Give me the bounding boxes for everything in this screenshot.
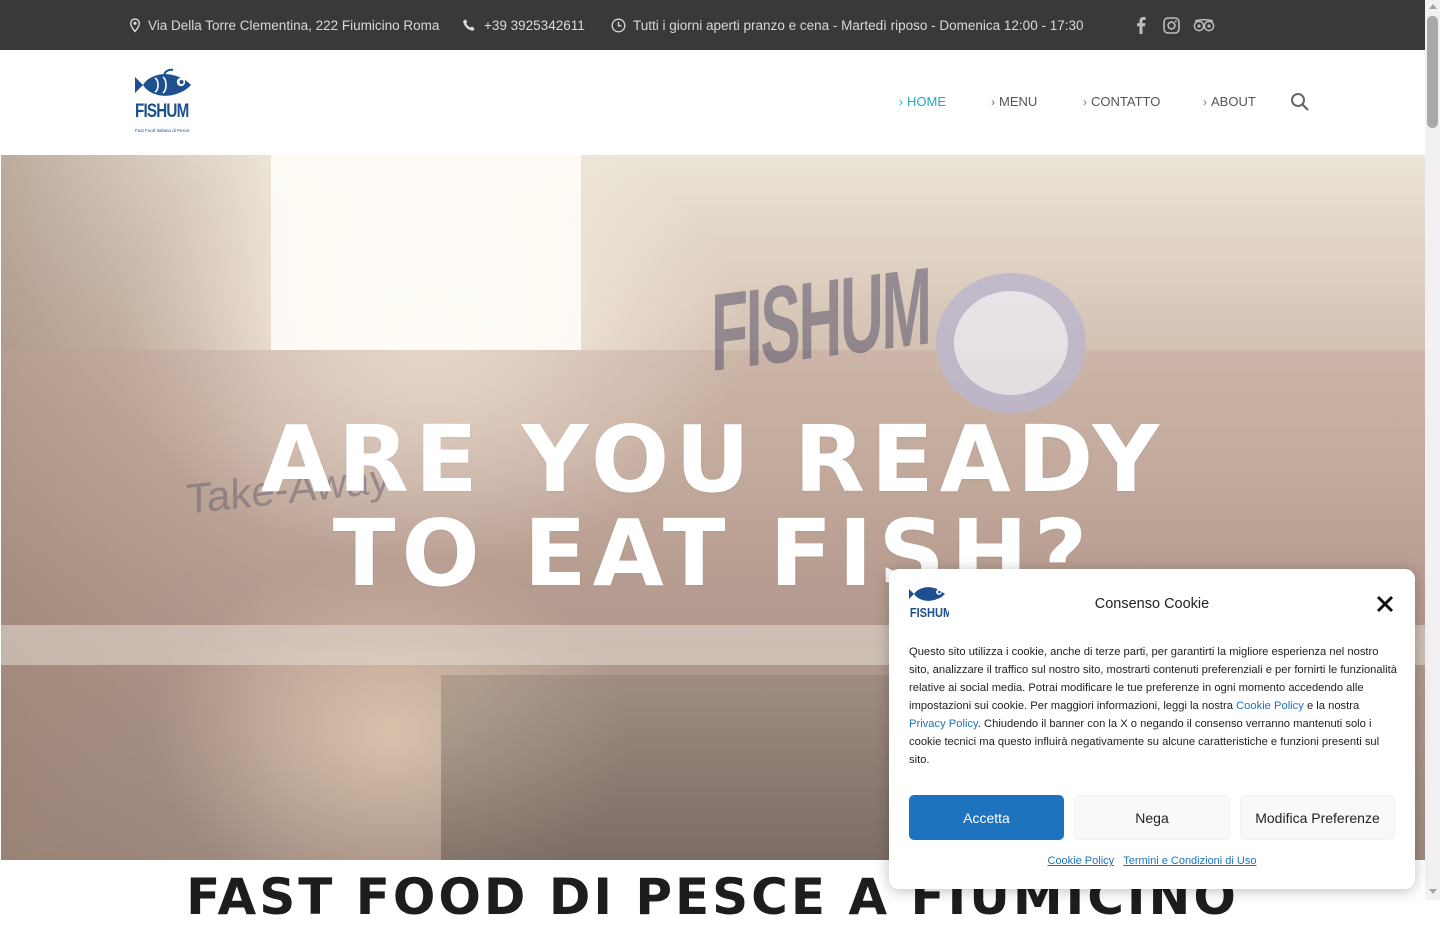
- cookie-text-3: . Chiudendo il banner con la X o negando…: [909, 718, 1380, 766]
- instagram-link[interactable]: [1163, 0, 1180, 50]
- close-icon: [1376, 595, 1394, 613]
- hero-title-line1: ARE YOU READY: [260, 406, 1166, 513]
- chevron-right-icon: ›: [1083, 94, 1087, 109]
- nav-menu-label: MENU: [999, 94, 1038, 109]
- nav-home[interactable]: › HOME: [899, 94, 946, 109]
- footer-cookie-policy-link[interactable]: Cookie Policy: [1048, 855, 1115, 867]
- nav-home-label: HOME: [907, 94, 946, 109]
- site-logo[interactable]: FISHUM Fast Food Italiano di Pesce: [135, 68, 197, 136]
- phone-text[interactable]: +39 3925342611: [484, 18, 585, 33]
- nav-menu[interactable]: › MENU: [991, 94, 1037, 109]
- hours-text: Tutti i giorni aperti pranzo e cena - Ma…: [633, 17, 1084, 33]
- cookie-policy-link[interactable]: Cookie Policy: [1236, 700, 1304, 712]
- facebook-icon: [1137, 16, 1146, 34]
- page-scrollbar[interactable]: [1425, 0, 1440, 900]
- nav-about[interactable]: › ABOUT: [1203, 94, 1256, 109]
- site-header: FISHUM Fast Food Italiano di Pesce › HOM…: [0, 50, 1425, 155]
- cookie-footer-links: Cookie Policy Termini e Condizioni di Us…: [889, 855, 1415, 867]
- tripadvisor-link[interactable]: [1193, 0, 1215, 50]
- logo-text: FISHUM: [135, 101, 189, 122]
- cookie-text-2: e la nostra: [1303, 700, 1360, 712]
- address-item: Via Della Torre Clementina, 222 Fiumicin…: [129, 0, 439, 50]
- phone-item[interactable]: +39 3925342611: [462, 0, 585, 50]
- location-pin-icon: [129, 17, 141, 33]
- top-info-bar: Via Della Torre Clementina, 222 Fiumicin…: [0, 0, 1425, 50]
- nav-contatto[interactable]: › CONTATTO: [1083, 94, 1160, 109]
- hero-fish-sign: [936, 273, 1086, 413]
- hours-item: Tutti i giorni aperti pranzo e cena - Ma…: [611, 0, 1083, 50]
- fish-logo-icon: [135, 68, 191, 96]
- search-icon: [1291, 93, 1309, 111]
- instagram-icon: [1163, 16, 1180, 34]
- tripadvisor-icon: [1193, 18, 1215, 32]
- nav-about-label: ABOUT: [1211, 94, 1256, 109]
- search-button[interactable]: [1290, 92, 1310, 112]
- hero-storefront-window: [441, 675, 911, 860]
- terms-link[interactable]: Termini e Condizioni di Uso: [1123, 855, 1256, 867]
- scroll-up-arrow-icon[interactable]: [1429, 4, 1437, 9]
- nav-contatto-label: CONTATTO: [1091, 94, 1161, 109]
- facebook-link[interactable]: [1136, 0, 1146, 50]
- logo-tagline: Fast Food Italiano di Pesce: [135, 128, 190, 133]
- clock-icon: [611, 18, 626, 32]
- chevron-right-icon: ›: [991, 94, 995, 109]
- cookie-consent-dialog: FISHUM Consenso Cookie Questo sito utili…: [889, 569, 1415, 889]
- accept-button[interactable]: Accetta: [909, 795, 1064, 840]
- hero-sky: [271, 155, 581, 350]
- chevron-right-icon: ›: [899, 94, 903, 109]
- privacy-policy-link[interactable]: Privacy Policy: [909, 718, 978, 730]
- phone-icon: [463, 18, 475, 31]
- cookie-title: Consenso Cookie: [1094, 596, 1210, 612]
- deny-button[interactable]: Nega: [1074, 795, 1230, 840]
- address-text: Via Della Torre Clementina, 222 Fiumicin…: [148, 17, 440, 33]
- cookie-message: Questo sito utilizza i cookie, anche di …: [909, 643, 1397, 769]
- chevron-right-icon: ›: [1203, 94, 1207, 109]
- cookie-close-button[interactable]: [1376, 595, 1394, 613]
- preferences-button[interactable]: Modifica Preferenze: [1240, 795, 1395, 840]
- scrollbar-thumb[interactable]: [1427, 16, 1438, 128]
- scroll-down-arrow-icon[interactable]: [1429, 889, 1437, 894]
